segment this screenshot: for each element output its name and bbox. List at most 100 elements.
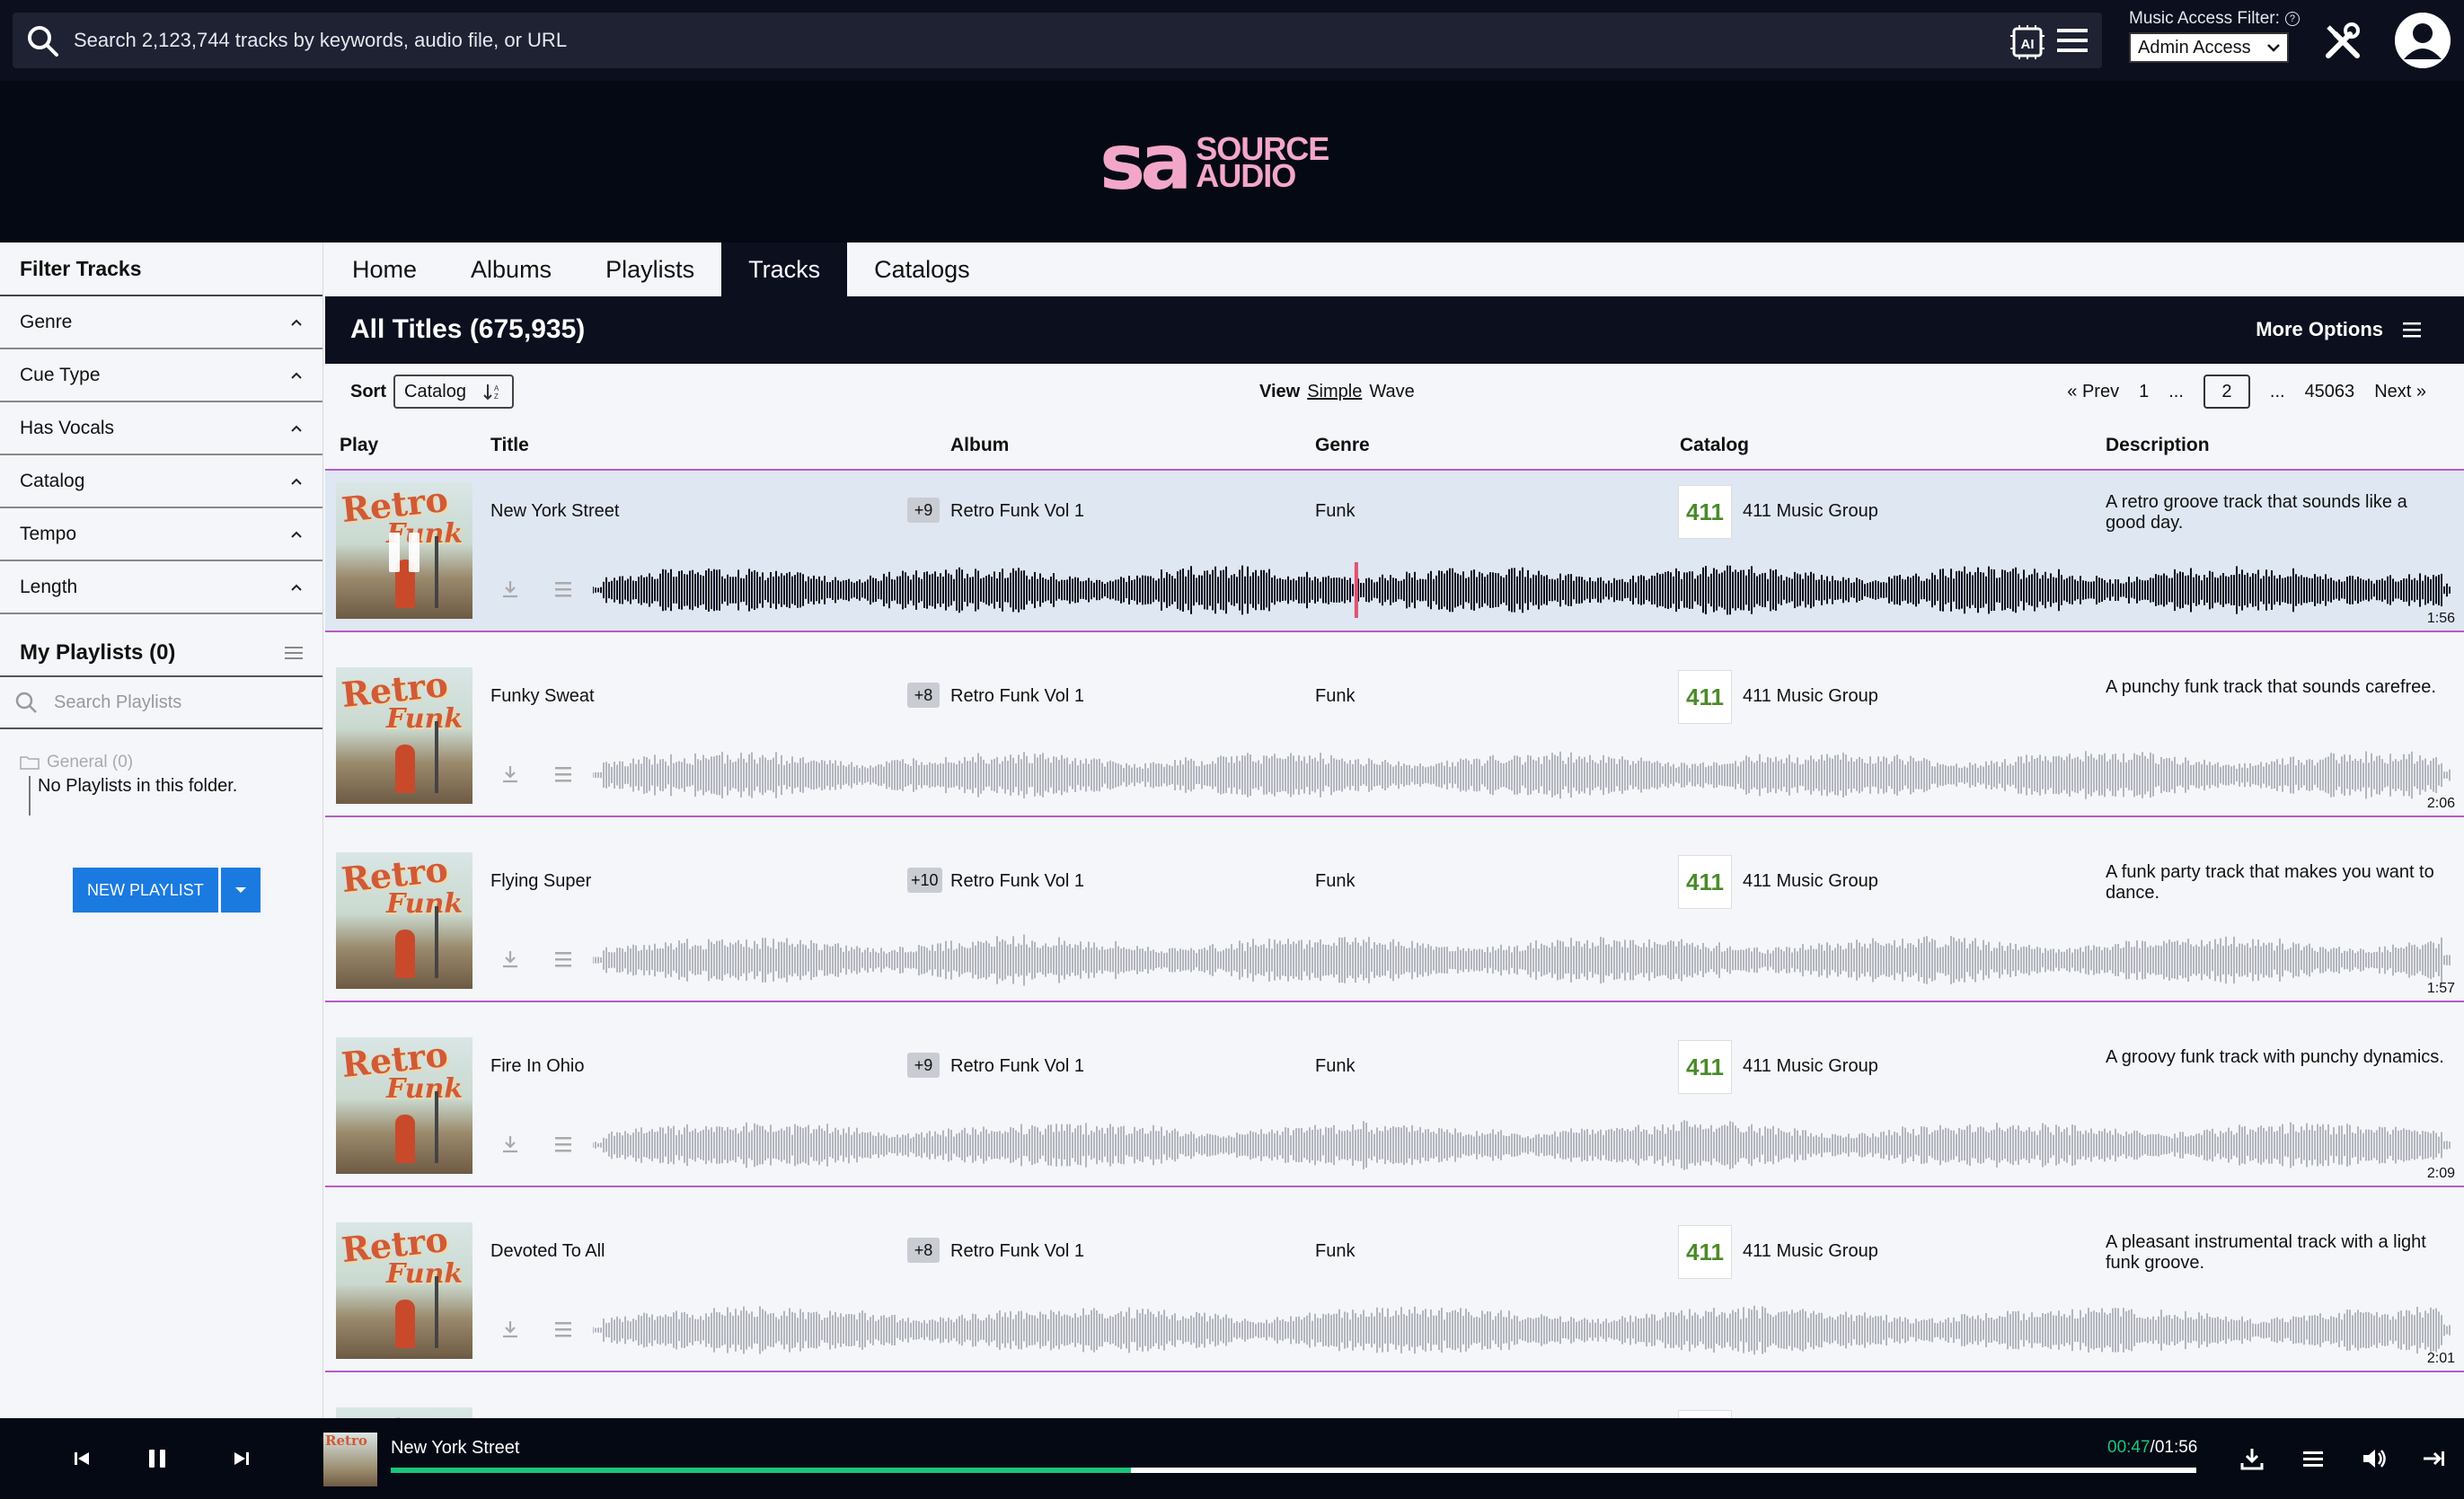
sort-select[interactable]: Catalog A Z (393, 375, 514, 409)
pager-next[interactable]: Next » (2374, 382, 2426, 402)
download-icon[interactable] (499, 1133, 521, 1155)
track-album[interactable]: Retro Funk Vol 1 (950, 1056, 1084, 1077)
filter-tempo[interactable]: Tempo (0, 508, 322, 561)
tab-home[interactable]: Home (325, 242, 444, 296)
ai-search-icon[interactable]: AI (2009, 25, 2046, 59)
column-genre[interactable]: Genre (1315, 435, 1370, 456)
track-album[interactable]: Retro Funk Vol 1 (950, 871, 1084, 892)
new-playlist-dropdown-button[interactable] (220, 868, 261, 913)
new-playlist-group: NEW PLAYLIST (73, 868, 261, 913)
table-row[interactable]: Retro Funk Flying Super +10 Retro Funk Vol 1… (325, 841, 2464, 1002)
track-catalog[interactable]: 411 Music Group (1743, 686, 1878, 707)
previous-track-icon[interactable] (66, 1443, 97, 1474)
track-title[interactable]: New York Street (490, 501, 619, 522)
search-input[interactable]: Search 2,123,744 tracks by keywords, aud… (13, 13, 2102, 68)
track-catalog[interactable]: 411 Music Group (1743, 1056, 1878, 1077)
track-catalog[interactable]: 411 Music Group (1743, 871, 1878, 892)
tab-tracks[interactable]: Tracks (721, 242, 848, 296)
table-row[interactable]: RetroFunkAbove Average+8Retro Funk Vol 1… (325, 1396, 2464, 1418)
track-title[interactable]: Flying Super (490, 871, 591, 892)
waveform[interactable] (593, 932, 2451, 988)
waveform[interactable] (593, 1117, 2451, 1173)
table-row[interactable]: Retro Funk Devoted To All +8 Retro Funk Vol … (325, 1211, 2464, 1372)
alt-versions-badge[interactable]: +8 (907, 683, 940, 708)
album-cover[interactable]: RetroFunk (336, 852, 472, 989)
alt-versions-badge[interactable]: +10 (907, 868, 942, 893)
tab-catalogs[interactable]: Catalogs (847, 242, 997, 296)
pager-prev[interactable]: « Prev (2067, 382, 2119, 402)
download-icon[interactable] (499, 578, 521, 600)
album-cover[interactable]: RetroFunk (336, 482, 472, 619)
album-cover[interactable]: RetroFunk (336, 667, 472, 804)
tab-playlists[interactable]: Playlists (578, 242, 721, 296)
more-options-button[interactable]: More Options (2256, 318, 2421, 341)
waveform[interactable] (593, 1302, 2451, 1358)
pause-icon[interactable] (383, 533, 426, 576)
playlist-search-input[interactable]: Search Playlists (0, 675, 322, 729)
user-avatar[interactable] (2395, 13, 2451, 68)
download-icon[interactable] (499, 948, 521, 970)
table-row[interactable]: Retro Funk New York Street +9 Retro Funk Vol… (325, 471, 2464, 632)
tools-icon[interactable] (2323, 22, 2362, 61)
row-menu-icon[interactable] (553, 580, 573, 598)
row-menu-icon[interactable] (553, 765, 573, 783)
filter-has-vocals[interactable]: Has Vocals (0, 402, 322, 455)
catalog-logo[interactable]: 411 (1678, 855, 1732, 909)
playlist-menu-icon[interactable] (285, 646, 303, 660)
catalog-logo[interactable]: 411 (1678, 1410, 1732, 1418)
pager-current[interactable]: 2 (2203, 375, 2250, 409)
new-playlist-button[interactable]: NEW PLAYLIST (73, 868, 218, 913)
help-icon[interactable]: ? (2284, 12, 2300, 26)
source-audio-logo[interactable]: sa SOURCE AUDIO (1100, 124, 1329, 201)
filter-catalog[interactable]: Catalog (0, 455, 322, 508)
download-icon[interactable] (2237, 1443, 2267, 1474)
waveform[interactable] (593, 747, 2451, 803)
track-catalog[interactable]: 411 Music Group (1743, 501, 1878, 522)
album-cover[interactable]: RetroFunk (336, 1407, 472, 1418)
filter-genre[interactable]: Genre (0, 296, 322, 349)
view-wave-link[interactable]: Wave (1369, 382, 1414, 402)
search-menu-icon[interactable] (2057, 27, 2088, 54)
track-album[interactable]: Retro Funk Vol 1 (950, 686, 1084, 707)
download-icon[interactable] (499, 763, 521, 785)
track-title[interactable]: Funky Sweat (490, 686, 595, 707)
row-menu-icon[interactable] (553, 950, 573, 968)
pager-last[interactable]: 45063 (2305, 382, 2355, 402)
track-album[interactable]: Retro Funk Vol 1 (950, 501, 1084, 522)
track-title[interactable]: Fire In Ohio (490, 1056, 584, 1077)
catalog-logo[interactable]: 411 (1678, 1225, 1732, 1279)
track-catalog[interactable]: 411 Music Group (1743, 1241, 1878, 1262)
next-track-icon[interactable] (226, 1443, 257, 1474)
table-row[interactable]: Retro Funk Fire In Ohio +9 Retro Funk Vol 1 F… (325, 1026, 2464, 1187)
player-progress-bar[interactable] (391, 1468, 2196, 1473)
playlist-folder-general[interactable]: General (0) (0, 753, 322, 772)
catalog-logo[interactable]: 411 (1678, 670, 1732, 724)
volume-icon[interactable] (2359, 1443, 2389, 1474)
alt-versions-badge[interactable]: +9 (907, 498, 940, 523)
catalog-logo[interactable]: 411 (1678, 1040, 1732, 1094)
collapse-player-icon[interactable] (2418, 1443, 2449, 1474)
alt-versions-badge[interactable]: +9 (907, 1053, 940, 1078)
row-menu-icon[interactable] (553, 1320, 573, 1338)
tab-albums[interactable]: Albums (444, 242, 578, 296)
alt-versions-badge[interactable]: +8 (907, 1238, 940, 1263)
column-title[interactable]: Title (490, 435, 529, 456)
filter-length[interactable]: Length (0, 561, 322, 614)
album-cover[interactable]: RetroFunk (336, 1037, 472, 1174)
track-album[interactable]: Retro Funk Vol 1 (950, 1241, 1084, 1262)
table-row[interactable]: Retro Funk Funky Sweat +8 Retro Funk Vol 1 Fu… (325, 656, 2464, 817)
album-cover[interactable]: RetroFunk (336, 1222, 472, 1359)
player-menu-icon[interactable] (2298, 1443, 2328, 1474)
pause-icon[interactable] (142, 1443, 172, 1474)
view-simple-link[interactable]: Simple (1307, 382, 1362, 402)
column-catalog[interactable]: Catalog (1680, 435, 1749, 456)
row-menu-icon[interactable] (553, 1135, 573, 1153)
access-filter-select[interactable]: Admin Access (2129, 32, 2289, 63)
catalog-logo[interactable]: 411 (1678, 485, 1732, 539)
filter-cue-type[interactable]: Cue Type (0, 349, 322, 402)
track-title[interactable]: Devoted To All (490, 1241, 605, 1262)
column-album[interactable]: Album (950, 435, 1009, 456)
waveform[interactable] (593, 562, 2451, 618)
pager-first[interactable]: 1 (2139, 382, 2149, 402)
download-icon[interactable] (499, 1318, 521, 1340)
